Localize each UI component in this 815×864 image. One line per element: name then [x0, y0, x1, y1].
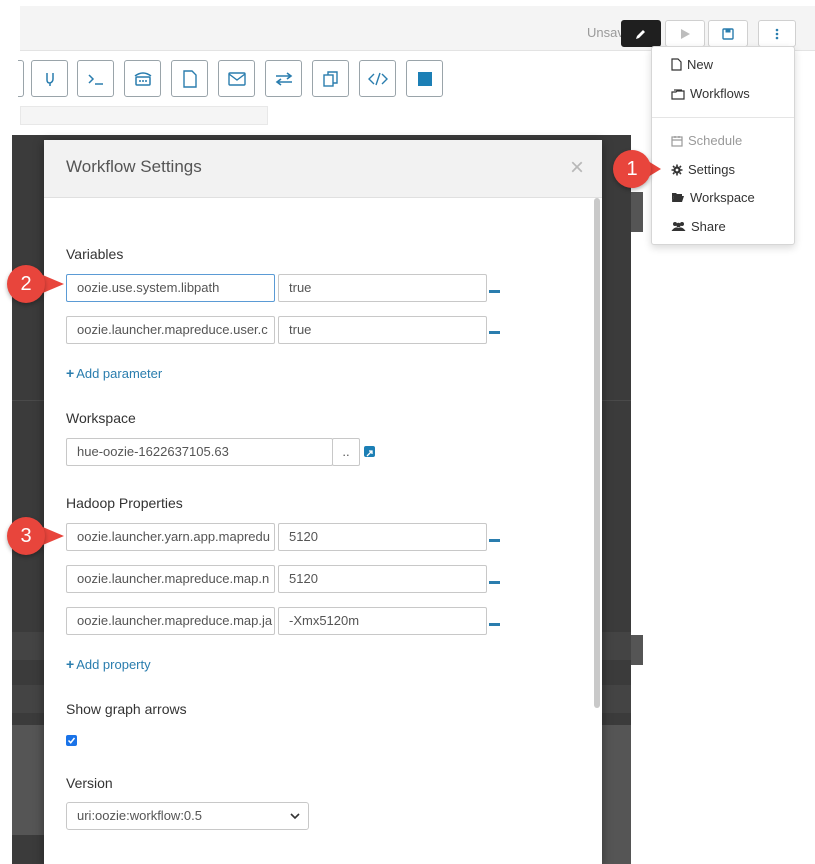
property-name-input-1[interactable]: oozie.launcher.yarn.app.mapredu: [66, 523, 275, 551]
version-select[interactable]: uri:oozie:workflow:0.5: [66, 802, 309, 830]
plus-icon: +: [66, 656, 75, 672]
variable-value-input-2[interactable]: true: [278, 316, 487, 344]
workspace-label: Workspace: [66, 410, 136, 426]
variable-name-input-1[interactable]: oozie.use.system.libpath: [66, 274, 275, 302]
add-property-link[interactable]: + Add property: [66, 656, 151, 672]
palette-fork[interactable]: [31, 60, 68, 97]
play-icon: [680, 28, 690, 39]
file-icon: [182, 69, 197, 88]
callout-marker-1: 1: [613, 150, 651, 188]
property-name-input-3[interactable]: oozie.launcher.mapreduce.map.ja: [66, 607, 275, 635]
remove-variable-2-icon[interactable]: [489, 331, 500, 334]
more-options-button[interactable]: [758, 20, 796, 47]
palette-file[interactable]: [171, 60, 208, 97]
modal-scrollbar[interactable]: [594, 198, 600, 708]
top-toolbar: Unsaved: [20, 6, 815, 51]
menu-item-settings[interactable]: Settings: [671, 162, 735, 177]
code-icon: [367, 72, 388, 85]
calendar-icon: [671, 135, 683, 147]
check-icon: [67, 737, 76, 744]
variable-value-input-1[interactable]: true: [278, 274, 487, 302]
property-value-input-1[interactable]: 5120: [278, 523, 487, 551]
palette-stop[interactable]: [406, 60, 443, 97]
shell-icon: [87, 73, 103, 85]
modal-header: Workflow Settings ×: [44, 140, 602, 198]
close-icon[interactable]: ×: [570, 156, 584, 180]
show-graph-arrows-checkbox[interactable]: [66, 735, 77, 746]
save-button[interactable]: [708, 20, 748, 47]
copy-icon: [322, 70, 338, 87]
remove-property-3-icon[interactable]: [489, 623, 500, 626]
version-label: Version: [66, 775, 113, 791]
email-icon: [227, 71, 246, 86]
palette-email[interactable]: [218, 60, 255, 97]
workflow-settings-modal: Workflow Settings × Variables oozie.use.…: [44, 140, 602, 864]
run-button[interactable]: [665, 20, 705, 47]
chevron-down-icon: [290, 813, 300, 820]
palette-ssh[interactable]: [124, 60, 161, 97]
hadoop-properties-label: Hadoop Properties: [66, 495, 183, 511]
menu-item-schedule: Schedule: [671, 133, 742, 148]
palette-copy[interactable]: [312, 60, 349, 97]
menu-item-share[interactable]: Share: [671, 219, 726, 234]
menu-separator: [652, 117, 794, 118]
palette-distcp[interactable]: [265, 60, 302, 97]
variable-name-input-2[interactable]: oozie.launcher.mapreduce.user.c: [66, 316, 275, 344]
file-icon: [671, 58, 682, 71]
ssh-icon: [134, 71, 151, 86]
save-icon: [722, 27, 734, 40]
edit-button[interactable]: [621, 20, 661, 47]
property-value-input-2[interactable]: 5120: [278, 565, 487, 593]
options-dropdown-menu: New Workflows Schedule Settings Workspac…: [651, 46, 795, 245]
folder-open-icon: [672, 193, 684, 202]
menu-item-workflows[interactable]: Workflows: [671, 86, 750, 101]
variables-label: Variables: [66, 246, 124, 262]
stop-icon: [417, 71, 432, 86]
palette-dropzone: [20, 106, 268, 125]
palette-partial-button[interactable]: [18, 60, 24, 97]
workflows-icon: [671, 88, 685, 100]
remove-property-2-icon[interactable]: [489, 581, 500, 584]
workspace-input[interactable]: hue-oozie-1622637105.63: [66, 438, 333, 466]
property-name-input-2[interactable]: oozie.launcher.mapreduce.map.n: [66, 565, 275, 593]
distcp-icon: [275, 71, 292, 86]
callout-marker-2: 2: [7, 265, 45, 303]
add-parameter-link[interactable]: + Add parameter: [66, 365, 162, 381]
palette-code[interactable]: [359, 60, 396, 97]
pencil-icon: [636, 29, 645, 39]
palette-shell[interactable]: [77, 60, 114, 97]
remove-variable-1-icon[interactable]: [489, 290, 500, 293]
show-graph-arrows-label: Show graph arrows: [66, 701, 187, 717]
modal-title: Workflow Settings: [66, 157, 202, 176]
property-value-input-3[interactable]: -Xmx5120m: [278, 607, 487, 635]
external-link-icon[interactable]: [364, 446, 375, 457]
gear-icon: [671, 164, 683, 175]
menu-item-workspace[interactable]: Workspace: [671, 190, 755, 205]
workspace-browse-button[interactable]: ..: [332, 438, 360, 466]
plus-icon: +: [66, 365, 75, 381]
callout-marker-3: 3: [7, 517, 45, 555]
users-icon: [671, 222, 686, 231]
fork-icon: [45, 72, 54, 86]
menu-item-new[interactable]: New: [671, 57, 713, 72]
vertical-dots-icon: [775, 28, 779, 39]
remove-property-1-icon[interactable]: [489, 539, 500, 542]
